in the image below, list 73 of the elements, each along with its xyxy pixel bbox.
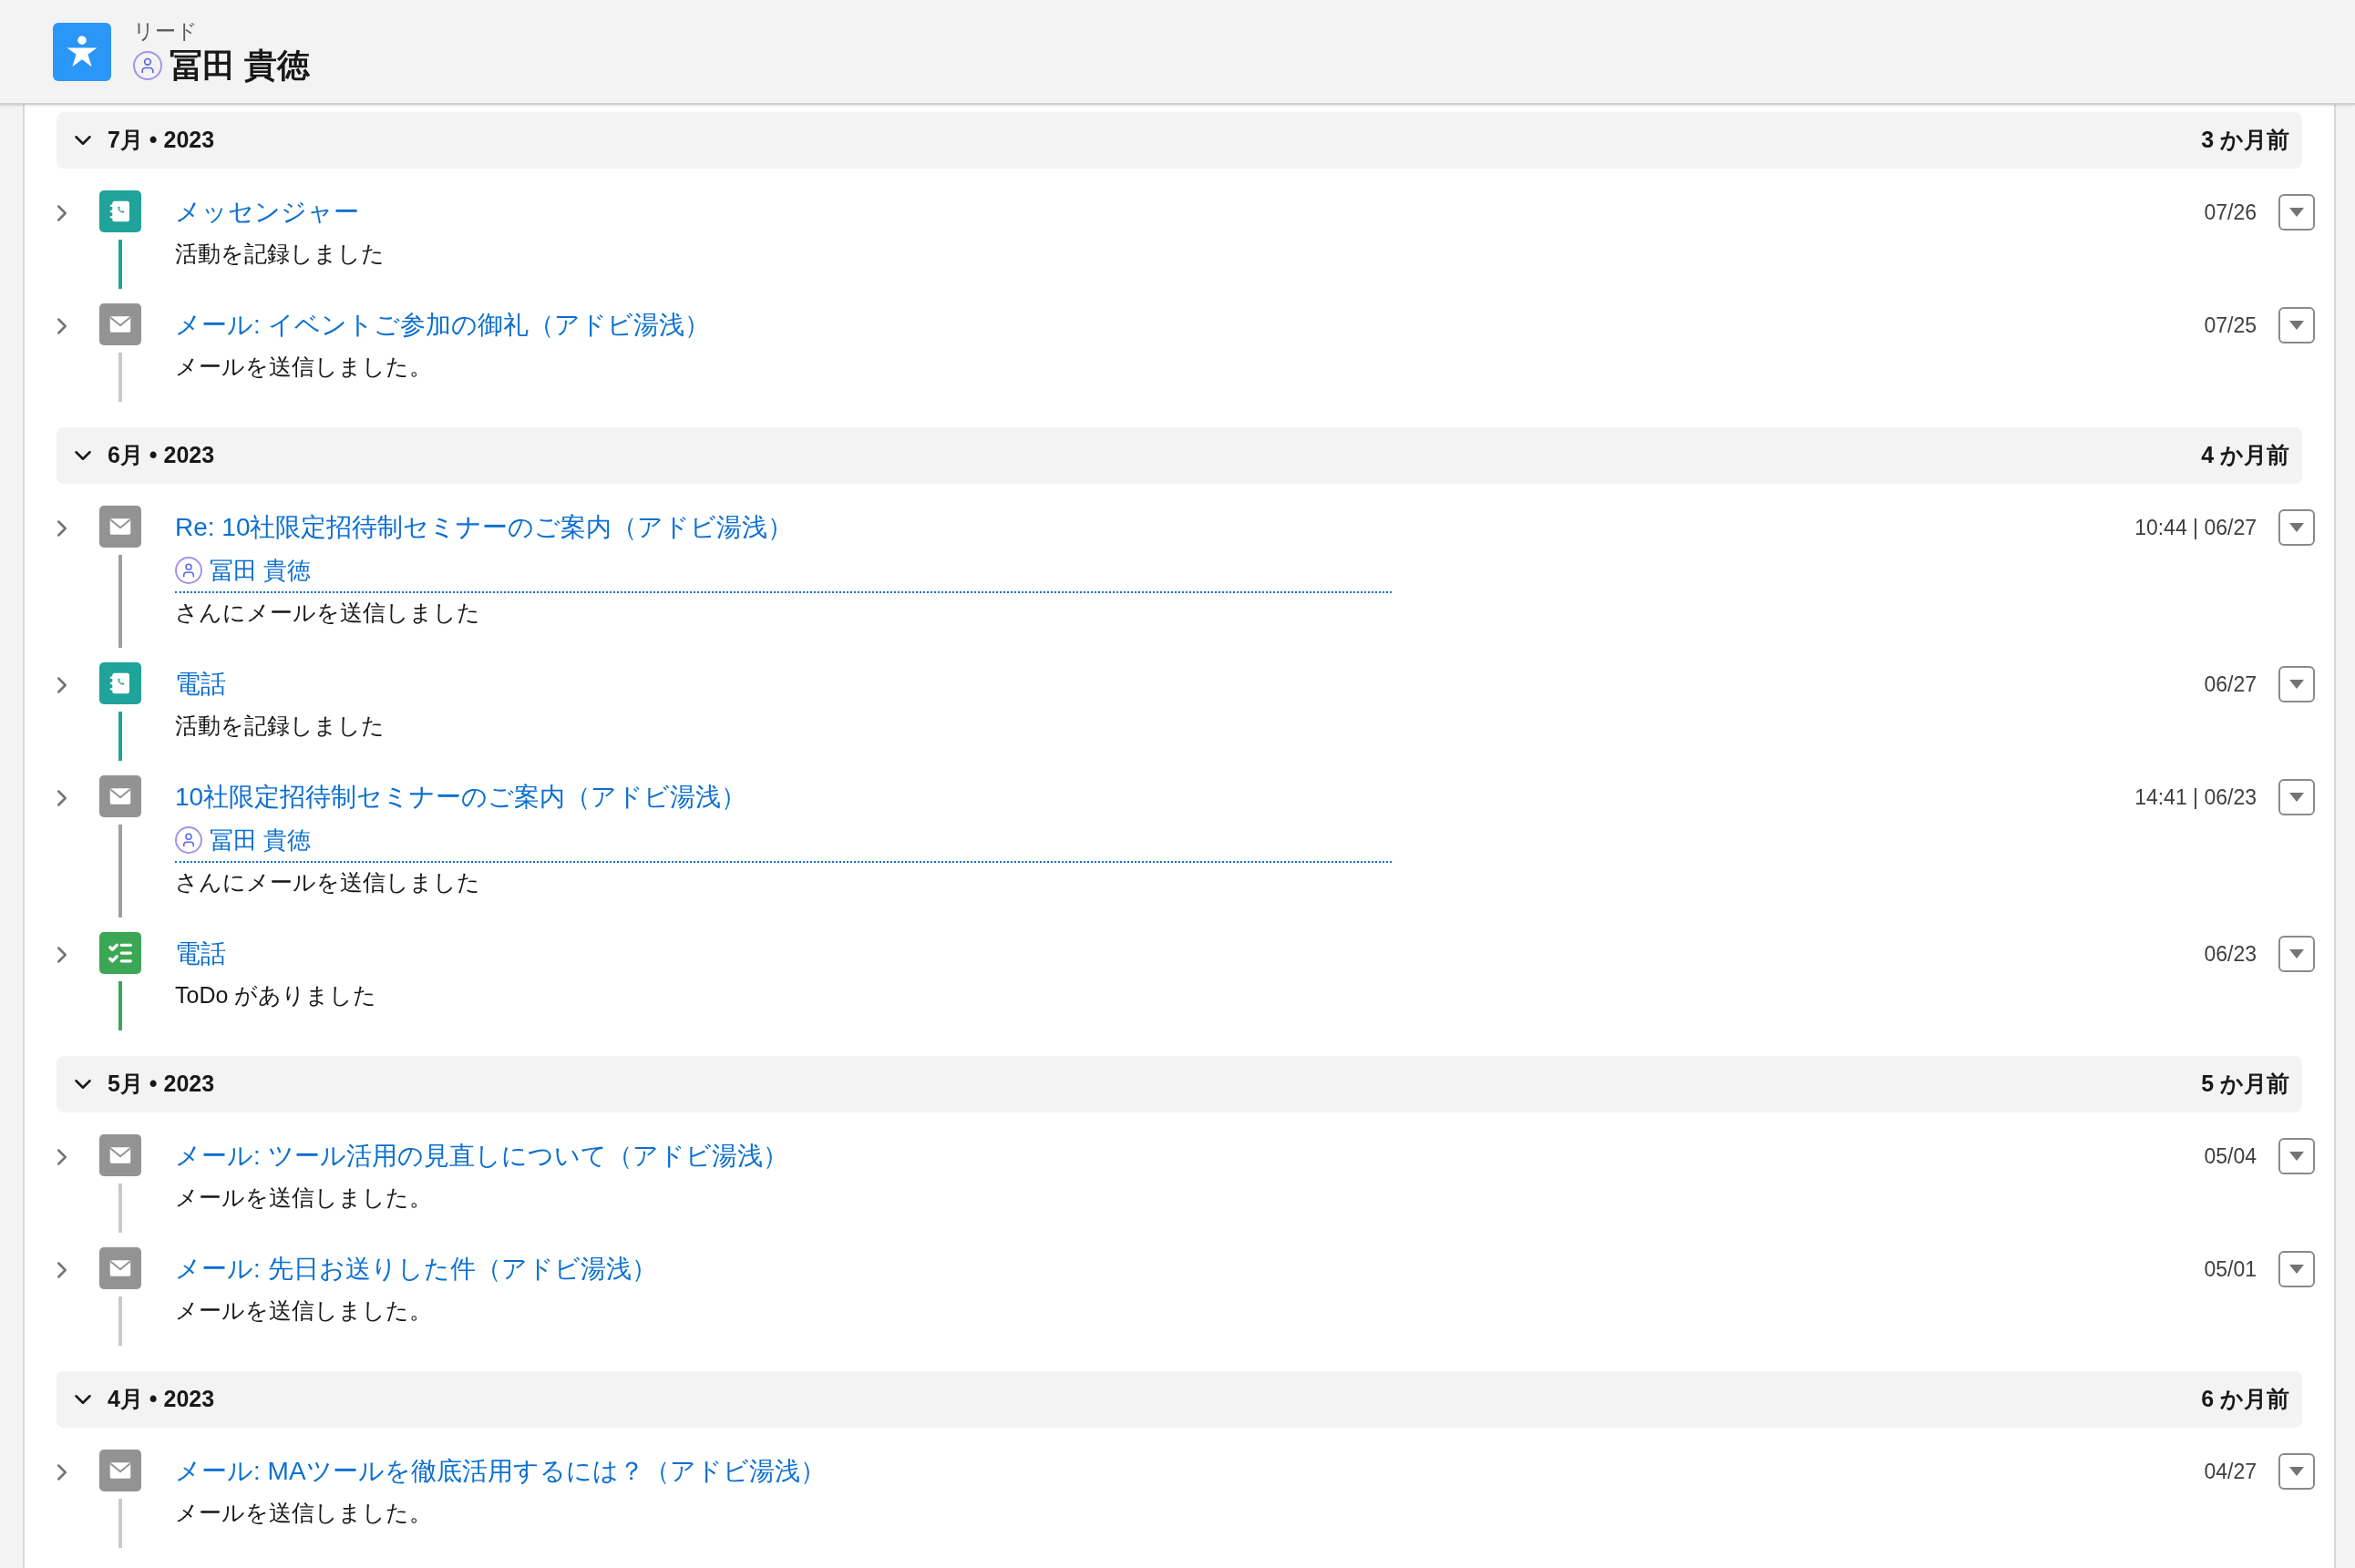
activity-date: 06/27 [2204,671,2257,698]
envelope-icon [99,303,141,345]
activity-title-link[interactable]: メール: イベントご参加の御礼（アドビ湯浅） [175,306,710,344]
activity-title-link[interactable]: メール: 先日お送りした件（アドビ湯浅） [175,1250,657,1288]
activity-title-link[interactable]: メール: ツール活用の見直しについて（アドビ湯浅） [175,1137,788,1175]
triangle-down-icon [2288,1151,2305,1162]
relative-time: 4 か月前 [2201,441,2289,470]
triangle-down-icon [2288,948,2305,959]
triangle-down-icon [2288,792,2305,803]
row-actions-button[interactable] [2278,779,2315,815]
phone-book-icon [99,190,141,232]
person-icon [175,826,202,854]
activity-description: さんにメールを送信しました [175,868,481,897]
row-actions-button[interactable] [2278,1138,2315,1174]
row-actions-button[interactable] [2278,666,2315,702]
activity-description: メールを送信しました。 [175,1499,433,1528]
triangle-down-icon [2288,679,2305,690]
row-actions-button[interactable] [2278,307,2315,343]
activity-title-link[interactable]: 電話 [175,665,226,703]
activity-date: 14:41 | 06/23 [2134,784,2257,811]
person-icon [175,557,202,584]
activity-date: 10:44 | 06/27 [2134,514,2257,541]
month-label: 4月 • 2023 [108,1385,215,1414]
activity-date: 07/26 [2204,199,2257,226]
month-label: 6月 • 2023 [108,441,215,470]
activity-date: 05/01 [2204,1255,2257,1283]
relative-time: 3 か月前 [2201,126,2289,155]
month-group-header[interactable]: 7月 • 2023 3 か月前 [57,112,2302,169]
activity-description: メールを送信しました。 [175,353,433,382]
activity-date: 07/25 [2204,312,2257,339]
activity-description: 活動を記録しました [175,712,386,741]
month-group-header[interactable]: 4月 • 2023 6 か月前 [57,1371,2302,1428]
row-actions-button[interactable] [2278,936,2315,972]
envelope-icon [99,506,141,548]
activity-description: メールを送信しました。 [175,1184,433,1213]
triangle-down-icon [2288,207,2305,218]
triangle-down-icon [2288,320,2305,331]
activity-title-link[interactable]: 電話 [175,935,226,973]
record-name: 冨田 貴徳 [170,45,310,86]
triangle-down-icon [2288,1466,2305,1477]
recipient-link[interactable]: 冨田 貴徳 [210,822,312,858]
triangle-down-icon [2288,522,2305,533]
month-group-header[interactable]: 6月 • 2023 4 か月前 [57,427,2302,484]
month-group-header[interactable]: 5月 • 2023 5 か月前 [57,1056,2302,1112]
activity-date: 05/04 [2204,1143,2257,1170]
activity-title-link[interactable]: 10社限定招待制セミナーのご案内（アドビ湯浅） [175,778,747,816]
row-actions-button[interactable] [2278,509,2315,546]
triangle-down-icon [2288,1264,2305,1275]
row-actions-button[interactable] [2278,194,2315,231]
activity-description: 活動を記録しました [175,240,386,269]
object-type-label: リード [133,17,199,45]
relative-time: 6 か月前 [2201,1385,2289,1414]
activity-description: ToDo がありました [175,981,378,1010]
month-label: 7月 • 2023 [108,126,215,155]
activity-description: さんにメールを送信しました [175,599,481,628]
activity-description: メールを送信しました。 [175,1296,433,1326]
envelope-icon [99,1247,141,1289]
row-actions-button[interactable] [2278,1453,2315,1490]
activity-date: 06/23 [2204,940,2257,968]
phone-book-icon [99,662,141,704]
relative-time: 5 か月前 [2201,1070,2289,1099]
activity-title-link[interactable]: メッセンジャー [175,193,359,231]
month-label: 5月 • 2023 [108,1070,215,1099]
activity-title-link[interactable]: メール: MAツールを徹底活用するには？（アドビ湯浅） [175,1452,826,1491]
activity-title-link[interactable]: Re: 10社限定招待制セミナーのご案内（アドビ湯浅） [175,508,794,547]
person-icon [133,50,162,80]
checklist-icon [99,932,141,974]
envelope-icon [99,1134,141,1176]
envelope-icon [99,775,141,817]
recipient-link[interactable]: 冨田 貴徳 [210,552,312,589]
envelope-icon [99,1450,141,1491]
row-actions-button[interactable] [2278,1251,2315,1287]
activity-date: 04/27 [2204,1458,2257,1485]
